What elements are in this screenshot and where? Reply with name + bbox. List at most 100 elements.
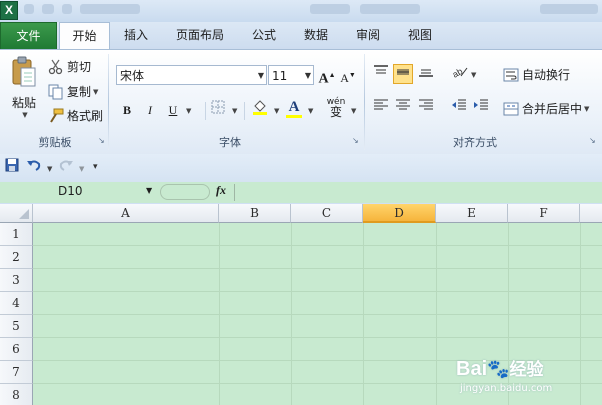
font-color-swatch — [286, 115, 302, 118]
grow-font-button[interactable]: A▲ — [317, 65, 337, 87]
redo-button[interactable] — [56, 158, 76, 178]
ribbon-tabs: 文件 开始 插入 页面布局 公式 数据 审阅 视图 — [0, 22, 602, 50]
align-bottom-button[interactable] — [416, 64, 436, 84]
merge-cells-icon — [503, 102, 519, 115]
select-all-corner[interactable] — [0, 204, 33, 223]
tab-formulas[interactable]: 公式 — [240, 22, 288, 48]
font-launcher-icon[interactable]: ↘ — [352, 137, 360, 145]
font-name-combo[interactable]: 宋体 ▼ — [116, 65, 267, 85]
divider — [244, 102, 245, 120]
clipboard-group-label: 剪贴板 — [38, 136, 72, 149]
ribbon: 粘贴 ▼ 剪切 复制 ▼ 格式刷 剪贴板 ↘ 宋体 ▼ 11 ▼ A▲ A▼ B… — [0, 49, 602, 155]
tab-page-layout[interactable]: 页面布局 — [168, 22, 232, 48]
tab-file[interactable]: 文件 — [0, 22, 57, 50]
chevron-down-icon: ▼ — [146, 186, 153, 195]
column-header-b[interactable]: B — [219, 204, 291, 223]
font-color-button[interactable]: A — [284, 97, 304, 118]
font-size-value: 11 — [272, 69, 288, 83]
underline-button[interactable]: U — [163, 100, 183, 120]
column-header-a[interactable]: A — [33, 204, 219, 223]
tab-data[interactable]: 数据 — [292, 22, 340, 48]
increase-indent-icon — [474, 99, 488, 110]
phonetic-button[interactable]: wén 变 — [326, 97, 346, 118]
paste-label: 粘贴 — [11, 96, 36, 110]
paste-button[interactable]: 粘贴 ▼ — [8, 56, 40, 134]
bold-button[interactable]: B — [117, 100, 137, 120]
shrink-font-button[interactable]: A▼ — [338, 65, 358, 85]
merge-center-button[interactable]: 合并后居中 ▼ — [503, 100, 589, 117]
font-color-icon: A — [288, 99, 300, 115]
insert-function-button[interactable]: fx — [216, 183, 226, 198]
row-header-6[interactable]: 6 — [0, 338, 33, 361]
tab-home[interactable]: 开始 — [59, 22, 110, 50]
align-middle-button[interactable] — [393, 64, 413, 84]
copy-button[interactable]: 复制 ▼ — [48, 83, 98, 100]
divider — [234, 184, 235, 201]
undo-dropdown-icon[interactable]: ▼ — [47, 165, 52, 173]
row-header-3[interactable]: 3 — [0, 269, 33, 292]
wrap-text-label: 自动换行 — [522, 68, 571, 82]
svg-text:ab: ab — [451, 66, 464, 78]
phonetic-dropdown-icon[interactable]: ▼ — [351, 107, 356, 115]
font-size-combo[interactable]: 11 ▼ — [268, 65, 314, 85]
tab-view[interactable]: 视图 — [396, 22, 444, 48]
format-painter-label: 格式刷 — [67, 109, 104, 123]
text-orientation-icon: ab — [451, 66, 468, 80]
font-color-dropdown-icon[interactable]: ▼ — [308, 107, 313, 115]
format-painter-button[interactable]: 格式刷 — [48, 107, 103, 124]
undo-button[interactable] — [24, 158, 44, 178]
paste-dropdown-icon: ▼ — [22, 111, 28, 119]
align-top-icon — [374, 65, 388, 74]
increase-indent-button[interactable] — [471, 98, 491, 118]
column-header-d[interactable]: D — [363, 204, 436, 223]
formula-bar-handle[interactable] — [160, 184, 210, 200]
orientation-dropdown-icon[interactable]: ▼ — [471, 71, 476, 79]
align-left-icon — [374, 99, 388, 110]
title-bar: X — [0, 0, 602, 22]
row-header-8[interactable]: 8 — [0, 384, 33, 405]
copy-icon — [48, 84, 64, 100]
watermark-brand: Bai🐾经验 — [456, 358, 544, 380]
column-header-f[interactable]: F — [508, 204, 580, 223]
save-button[interactable] — [2, 158, 22, 178]
borders-button[interactable] — [208, 100, 228, 120]
excel-logo-icon[interactable]: X — [0, 1, 18, 20]
row-header-1[interactable]: 1 — [0, 223, 33, 246]
underline-dropdown-icon[interactable]: ▼ — [186, 107, 191, 115]
column-header-e[interactable]: E — [436, 204, 508, 223]
alignment-launcher-icon[interactable]: ↘ — [589, 137, 597, 145]
orientation-button[interactable]: ab — [450, 64, 470, 84]
column-header-c[interactable]: C — [291, 204, 363, 223]
align-right-button[interactable] — [416, 98, 436, 118]
borders-dropdown-icon[interactable]: ▼ — [232, 107, 237, 115]
align-center-button[interactable] — [393, 98, 413, 118]
customize-qat-icon[interactable]: ▾ — [93, 162, 98, 172]
row-header-5[interactable]: 5 — [0, 315, 33, 338]
font-group-label: 字体 — [219, 136, 241, 149]
row-header-2[interactable]: 2 — [0, 246, 33, 269]
decrease-indent-button[interactable] — [449, 98, 469, 118]
decrease-indent-icon — [452, 99, 466, 110]
grid-line — [33, 314, 602, 315]
column-header-next[interactable] — [580, 204, 602, 223]
clipboard-launcher-icon[interactable]: ↘ — [98, 137, 106, 145]
redo-dropdown-icon[interactable]: ▼ — [79, 165, 84, 173]
italic-button[interactable]: I — [140, 100, 160, 120]
chevron-down-icon: ▼ — [257, 71, 264, 80]
cut-button[interactable]: 剪切 — [48, 58, 91, 75]
tab-review[interactable]: 审阅 — [344, 22, 392, 48]
fill-color-button[interactable] — [250, 98, 270, 118]
formula-input[interactable] — [236, 182, 602, 203]
name-box[interactable]: D10 ▼ — [0, 182, 156, 202]
align-top-button[interactable] — [371, 64, 391, 84]
align-bottom-icon — [419, 69, 433, 77]
row-header-7[interactable]: 7 — [0, 361, 33, 384]
wrap-text-button[interactable]: 自动换行 — [503, 66, 570, 83]
font-name-value: 宋体 — [120, 69, 145, 83]
align-left-button[interactable] — [371, 98, 391, 118]
paw-icon: 🐾 — [487, 359, 510, 379]
tab-insert[interactable]: 插入 — [112, 22, 160, 48]
group-separator — [364, 54, 365, 150]
row-header-4[interactable]: 4 — [0, 292, 33, 315]
fill-color-dropdown-icon[interactable]: ▼ — [274, 107, 279, 115]
